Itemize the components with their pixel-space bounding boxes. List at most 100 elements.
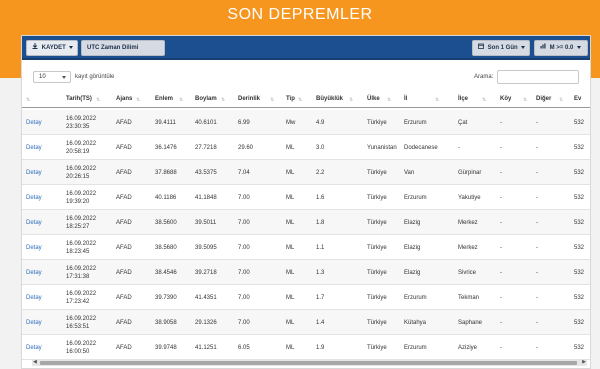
save-button-label: KAYDET xyxy=(41,45,66,51)
detail-link[interactable]: Detay xyxy=(26,295,42,301)
period-filter-label: Son 1 Gün xyxy=(487,45,518,51)
province-cell: Elazig xyxy=(404,245,421,251)
depth-cell: 7.00 xyxy=(238,320,250,326)
date-cell: 16.09.2022 20:26:15 xyxy=(66,165,96,181)
sort-icon: ⇅ xyxy=(482,97,486,103)
horizontal-scrollbar[interactable]: ◀ ▶ xyxy=(32,359,587,366)
column-header-latitude[interactable]: Enlem xyxy=(155,96,173,102)
country-cell: Türkiye xyxy=(367,120,387,126)
table-row: Detay 16.09.2022 17:23:42 AFAD 39.7390 41.435… xyxy=(22,285,590,310)
latitude-cell: 38.5600 xyxy=(155,220,177,226)
date-value: 16.09.2022 xyxy=(66,316,97,322)
column-header-province[interactable]: İl xyxy=(404,96,407,102)
village-cell: - xyxy=(500,220,502,226)
save-button[interactable]: KAYDET xyxy=(26,40,78,56)
chevron-down-icon xyxy=(577,45,582,49)
table-row: Detay 16.09.2022 16:53:51 AFAD 38.9058 29.132… xyxy=(22,310,590,335)
depth-cell: 6.05 xyxy=(238,345,250,351)
sort-icon: ⇅ xyxy=(26,97,30,103)
latitude-cell: 39.9748 xyxy=(155,345,177,351)
magnitude-cell: 1.4 xyxy=(316,320,325,326)
date-cell: 16.09.2022 17:31:38 xyxy=(66,265,96,281)
column-header-type[interactable]: Tip xyxy=(286,96,295,102)
agency-cell: AFAD xyxy=(116,295,132,301)
ev-cell: 532 xyxy=(574,195,585,201)
detail-link[interactable]: Detay xyxy=(26,345,42,351)
detail-link[interactable]: Detay xyxy=(26,195,42,201)
table-row: Detay 16.09.2022 20:26:15 AFAD 37.8688 43.537… xyxy=(22,160,590,185)
column-header-district[interactable]: İlçe xyxy=(458,96,468,102)
utc-timezone-button[interactable]: UTC Zaman Dilimi xyxy=(81,40,165,56)
agency-cell: AFAD xyxy=(116,120,132,126)
ev-cell: 532 xyxy=(574,320,585,326)
date-value: 16.09.2022 xyxy=(66,116,97,122)
date-value: 16.09.2022 xyxy=(66,166,97,172)
download-icon xyxy=(32,41,38,55)
column-header-date[interactable]: Tarih(TS) xyxy=(66,96,92,102)
calendar-icon xyxy=(478,41,484,55)
time-value: 17:23:42 xyxy=(66,299,90,305)
detail-link[interactable]: Detay xyxy=(26,270,42,276)
date-value: 16.09.2022 xyxy=(66,291,97,297)
province-cell: Van xyxy=(404,170,415,176)
type-cell: ML xyxy=(286,345,295,351)
table-row: Detay 16.09.2022 17:31:38 AFAD 38.4546 39.271… xyxy=(22,260,590,285)
depth-cell: 6.99 xyxy=(238,120,250,126)
table-header: ⇅ Tarih(TS) ⇅ Ajans ⇅ Enlem ⇅ Boylam ⇅ D… xyxy=(22,92,590,108)
date-cell: 16.09.2022 19:39:20 xyxy=(66,190,96,206)
type-cell: ML xyxy=(286,320,295,326)
country-cell: Türkiye xyxy=(367,295,387,301)
agency-cell: AFAD xyxy=(116,320,132,326)
other-cell: - xyxy=(536,345,538,351)
sort-icon: ⇅ xyxy=(559,97,563,103)
sort-icon: ⇅ xyxy=(435,97,439,103)
type-cell: ML xyxy=(286,270,295,276)
agency-cell: AFAD xyxy=(116,145,132,151)
type-cell: ML xyxy=(286,195,295,201)
date-cell: 16.09.2022 23:30:35 xyxy=(66,115,96,131)
scroll-right-icon[interactable]: ▶ xyxy=(582,359,586,365)
period-filter-button[interactable]: Son 1 Gün xyxy=(472,40,530,56)
latitude-cell: 38.9058 xyxy=(155,320,177,326)
district-cell: - xyxy=(458,145,460,151)
column-header-magnitude[interactable]: Büyüklük xyxy=(316,96,343,102)
date-cell: 16.09.2022 18:25:27 xyxy=(66,215,96,231)
ev-cell: 532 xyxy=(574,295,585,301)
detail-link[interactable]: Detay xyxy=(26,320,42,326)
district-cell: Yakutiye xyxy=(458,195,481,201)
column-header-other[interactable]: Diğer xyxy=(536,96,551,102)
detail-link[interactable]: Detay xyxy=(26,145,42,151)
column-header-country[interactable]: Ülke xyxy=(367,96,380,102)
magnitude-filter-button[interactable]: M >= 0.0 xyxy=(534,40,588,56)
page-length-select[interactable]: 10 xyxy=(33,71,71,83)
time-value: 18:25:27 xyxy=(66,224,90,230)
type-cell: ML xyxy=(286,245,295,251)
district-cell: Tekman xyxy=(458,295,480,301)
sort-icon: ⇅ xyxy=(270,97,274,103)
other-cell: - xyxy=(536,195,538,201)
sort-icon: ⇅ xyxy=(96,97,100,103)
column-header-agency[interactable]: Ajans xyxy=(116,96,132,102)
column-header-longitude[interactable]: Boylam xyxy=(195,96,217,102)
longitude-cell: 27.7218 xyxy=(195,145,217,151)
magnitude-cell: 3.0 xyxy=(316,145,325,151)
detail-link[interactable]: Detay xyxy=(26,245,42,251)
depth-cell: 7.00 xyxy=(238,270,250,276)
scroll-left-icon[interactable]: ◀ xyxy=(33,359,37,365)
search-input[interactable] xyxy=(497,70,579,84)
depth-cell: 7.04 xyxy=(238,170,250,176)
detail-link[interactable]: Detay xyxy=(26,170,42,176)
detail-link[interactable]: Detay xyxy=(26,220,42,226)
detail-link[interactable]: Detay xyxy=(26,120,42,126)
column-header-village[interactable]: Köy xyxy=(500,96,511,102)
column-header-depth[interactable]: Derinlik xyxy=(238,96,260,102)
province-cell: Erzurum xyxy=(404,345,427,351)
chevron-down-icon xyxy=(521,45,526,49)
province-cell: Dodecanese xyxy=(404,145,438,151)
country-cell: Türkiye xyxy=(367,345,387,351)
column-header-ev[interactable]: Ev xyxy=(574,96,581,102)
scrollbar-thumb[interactable] xyxy=(40,361,577,365)
date-value: 16.09.2022 xyxy=(66,341,97,347)
district-cell: Merkez xyxy=(458,245,478,251)
latitude-cell: 38.5680 xyxy=(155,245,177,251)
